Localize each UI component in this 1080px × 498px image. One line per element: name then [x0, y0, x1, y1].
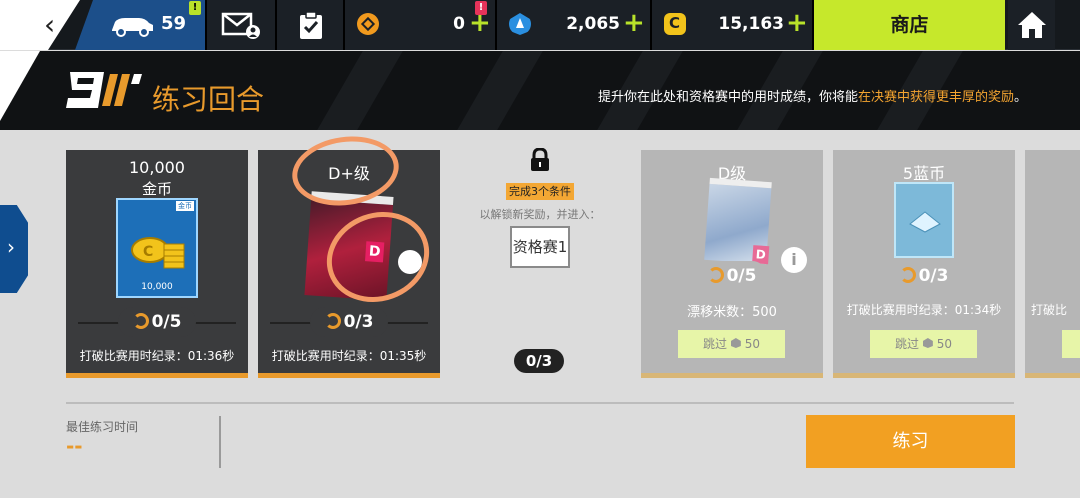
credits-value: 2,065 [566, 14, 620, 34]
card-subtitle: 金币 [141, 180, 172, 198]
page-title: 练习回合 [152, 83, 265, 116]
qualifier-target: 资格赛1 [510, 226, 570, 268]
blue-coins-thumbnail [894, 182, 954, 258]
garage-count: 59 [161, 13, 187, 34]
mail-button[interactable] [207, 0, 277, 50]
practice-button[interactable]: 练习 [806, 415, 1015, 468]
vertical-divider [219, 416, 221, 468]
progress-value: 0/3 [918, 266, 949, 286]
divider [66, 402, 1014, 404]
garage-alert-badge: ! [189, 1, 201, 15]
coins-resource[interactable]: C 15,163 + [652, 0, 814, 50]
card-accent [1025, 373, 1080, 378]
progress-value: 0/5 [151, 312, 182, 332]
requirement: 漂移米数：500 [687, 305, 777, 320]
skip-button[interactable]: 跳过 50 [678, 330, 785, 358]
thumb-tag: 金币 [176, 201, 194, 211]
card-accent [66, 373, 248, 378]
shop-button[interactable]: 商店 [814, 0, 1005, 50]
add-credits-icon[interactable]: + [623, 8, 645, 38]
tokens-value: 0 [453, 14, 465, 34]
card-pack-thumbnail: D [704, 177, 772, 265]
progress-value: 0/5 [726, 266, 757, 286]
card-title: 5蓝币 [902, 164, 946, 183]
progress: 0/3 [258, 312, 440, 332]
unlock-condition-badge: 完成3个条件 [506, 183, 574, 200]
reward-card-partial[interactable]: 打破比 [1025, 150, 1080, 378]
home-icon [1018, 12, 1046, 38]
subtitle-text: 提升你在此处和资格赛中的用时成绩，你将能 [598, 90, 859, 105]
chevron-right-icon: › [7, 235, 15, 259]
mail-icon [221, 12, 260, 39]
subtitle-suffix: 。 [1014, 90, 1028, 105]
side-expand-tab[interactable]: › [0, 205, 28, 293]
blue-coin-icon [909, 211, 941, 233]
coins-value: 15,163 [718, 14, 784, 34]
credits-icon [730, 338, 741, 348]
thumb-caption: 10,000 [141, 282, 173, 292]
coins-reward-thumbnail: 金币 C 10,000 [116, 198, 198, 298]
skip-label: 跳过 [703, 337, 728, 351]
unlock-hint: 以解锁新奖励，并进入： [479, 208, 601, 221]
progress-ring-icon [324, 313, 341, 329]
token-icon [357, 13, 379, 35]
card-accent [641, 373, 823, 378]
clipboard-check-icon [300, 11, 322, 39]
credits-icon [509, 13, 531, 35]
requirement: 打破比赛用时纪录：01:34秒 [846, 303, 1002, 317]
tasks-button[interactable] [277, 0, 345, 50]
progress: 0/5 [641, 266, 823, 286]
credits-icon [922, 338, 933, 348]
reward-card-d[interactable]: D级 D i 0/5 漂移米数：500 跳过 50 [641, 150, 823, 378]
card-accent [258, 373, 440, 378]
reward-card-blue-coins[interactable]: 5蓝币 0/3 打破比赛用时纪录：01:34秒 跳过 50 [833, 150, 1015, 378]
home-button[interactable] [1008, 0, 1055, 50]
game-logo-icon [66, 72, 142, 108]
back-button[interactable]: ‹ [0, 0, 80, 50]
tokens-alert-badge: ! [475, 1, 487, 15]
best-time-value: -- [66, 434, 83, 458]
card-accent [833, 373, 1015, 378]
skip-label: 跳过 [895, 337, 920, 351]
lock-icon [531, 148, 549, 171]
progress-ring-icon [707, 267, 724, 283]
chevron-left-icon: ‹ [44, 8, 56, 41]
best-time-label: 最佳练习时间 [66, 420, 139, 434]
coin-stack-icon: C [131, 237, 185, 269]
skip-cost: 50 [936, 337, 952, 351]
garage-button[interactable]: 59 ! [75, 0, 207, 50]
progress: 0/3 [833, 266, 1015, 286]
tokens-resource[interactable]: 0 + ! [345, 0, 497, 50]
progress-value: 0/3 [343, 312, 374, 332]
coin-icon: C [664, 13, 686, 35]
card-title: 10,000 [129, 158, 185, 177]
add-coins-icon[interactable]: + [786, 8, 808, 38]
credits-resource[interactable]: 2,065 + [497, 0, 652, 50]
reward-card-coins[interactable]: 10,000 金币 金币 C 10,000 0/5 打破比赛用时纪录：01:36… [66, 150, 248, 378]
requirement: 打破比赛用时纪录：01:35秒 [271, 349, 427, 363]
progress-ring-icon [132, 313, 149, 329]
progress: 0/5 [66, 312, 248, 332]
requirement: 打破比 [1031, 303, 1068, 317]
progress-ring-icon [899, 267, 916, 283]
skip-cost: 50 [744, 337, 760, 351]
skip-button[interactable]: 跳过 50 [870, 330, 977, 358]
skip-button[interactable] [1062, 330, 1080, 358]
page-subtitle: 提升你在此处和资格赛中的用时成绩，你将能在决赛中获得更丰厚的奖励。 [598, 86, 1027, 105]
top-bar: ‹ 59 ! 0 + ! 2,065 + C 15,163 + 商店 [0, 0, 1080, 50]
page-indicator: 0/3 [514, 349, 564, 373]
subtitle-highlight: 在决赛中获得更丰厚的奖励 [858, 90, 1015, 105]
requirement: 打破比赛用时纪录：01:36秒 [79, 349, 235, 363]
svg-text:C: C [143, 244, 153, 260]
car-icon [112, 18, 153, 37]
